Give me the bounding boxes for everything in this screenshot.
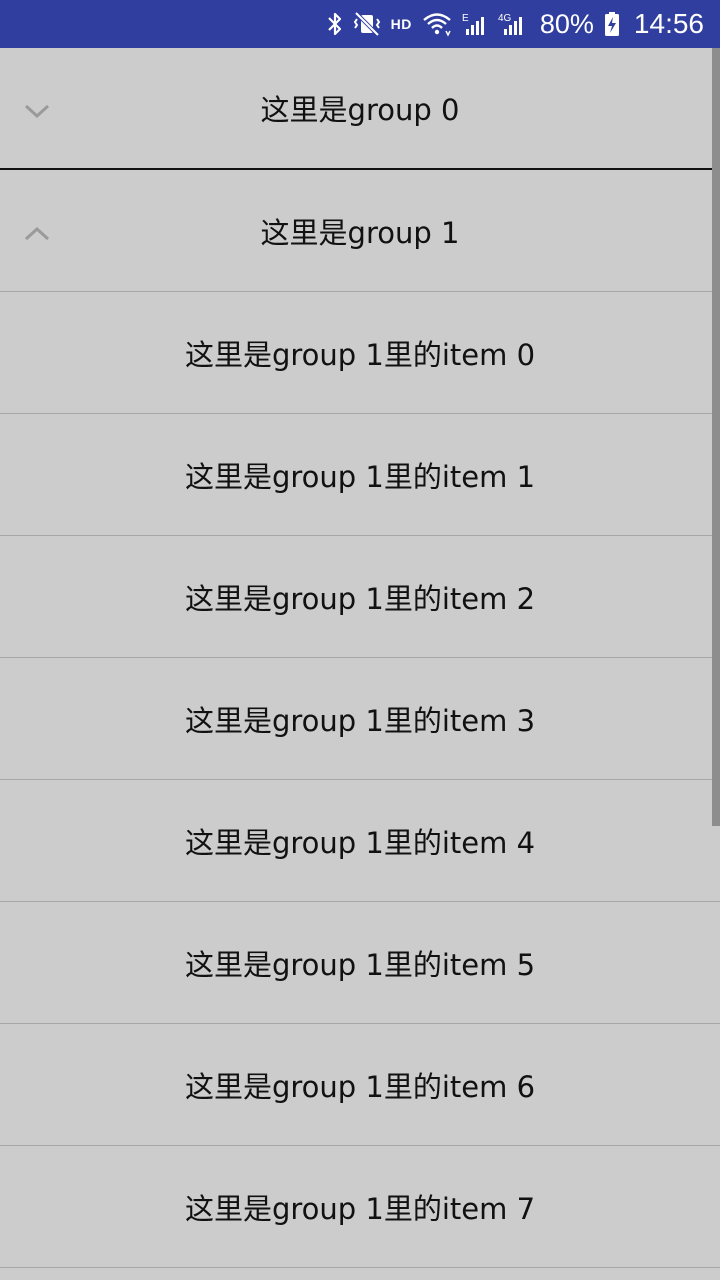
chevron-up-icon: [22, 219, 52, 243]
list-item-label: 这里是group 1里的item 0: [184, 337, 536, 372]
list-item[interactable]: 这里是group 1里的item 2: [0, 536, 720, 658]
chevron-down-icon: [22, 96, 52, 120]
svg-text:E: E: [462, 13, 469, 24]
list-item[interactable]: 这里是group 1里的item 1: [0, 414, 720, 536]
signal-4g-icon: 4G: [498, 11, 528, 37]
bluetooth-icon: [327, 11, 343, 37]
list-item-label: 这里是group 1里的item 3: [184, 703, 536, 738]
signal-e-icon: E: [462, 11, 488, 37]
list-item[interactable]: 这里是group 1里的item 3: [0, 658, 720, 780]
expandable-list[interactable]: 这里是group 0 这里是group 1 这里是group 1里的item 0…: [0, 48, 720, 1280]
list-item-label: 这里是group 1里的item 6: [184, 1069, 536, 1104]
hd-badge: HD: [390, 16, 412, 32]
list-item[interactable]: 这里是group 1里的item 6: [0, 1024, 720, 1146]
scrollbar[interactable]: [712, 48, 720, 826]
wifi-icon: [422, 11, 452, 37]
svg-text:4G: 4G: [498, 13, 512, 24]
list-item[interactable]: 这里是group 1里的item 5: [0, 902, 720, 1024]
list-item-label: 这里是group 1里的item 2: [184, 581, 536, 616]
status-bar: HD E 4G 80% 14:56: [0, 0, 720, 48]
list-item[interactable]: 这里是group 1里的item 7: [0, 1146, 720, 1268]
list-item-label: 这里是group 1里的item 4: [184, 825, 536, 860]
list-item[interactable]: 这里是group 1里的item 0: [0, 292, 720, 414]
list-item[interactable]: 这里是group 1里的item 4: [0, 780, 720, 902]
list-item-label: 这里是group 1里的item 1: [184, 459, 536, 494]
list-item-label: 这里是group 1里的item 5: [184, 947, 536, 982]
clock: 14:56: [633, 8, 704, 39]
status-icons: HD E 4G 80% 14:56: [327, 8, 704, 40]
battery-percent: 80%: [539, 8, 594, 39]
vibrate-mute-icon: [353, 11, 381, 37]
list-item-label: 这里是group 1里的item 7: [184, 1191, 536, 1226]
group-label: 这里是group 0: [260, 93, 460, 127]
group-label: 这里是group 1: [260, 215, 460, 250]
group-header-0[interactable]: 这里是group 0: [0, 48, 720, 170]
group-header-1[interactable]: 这里是group 1: [0, 170, 720, 292]
battery-charging-icon: [604, 11, 620, 37]
